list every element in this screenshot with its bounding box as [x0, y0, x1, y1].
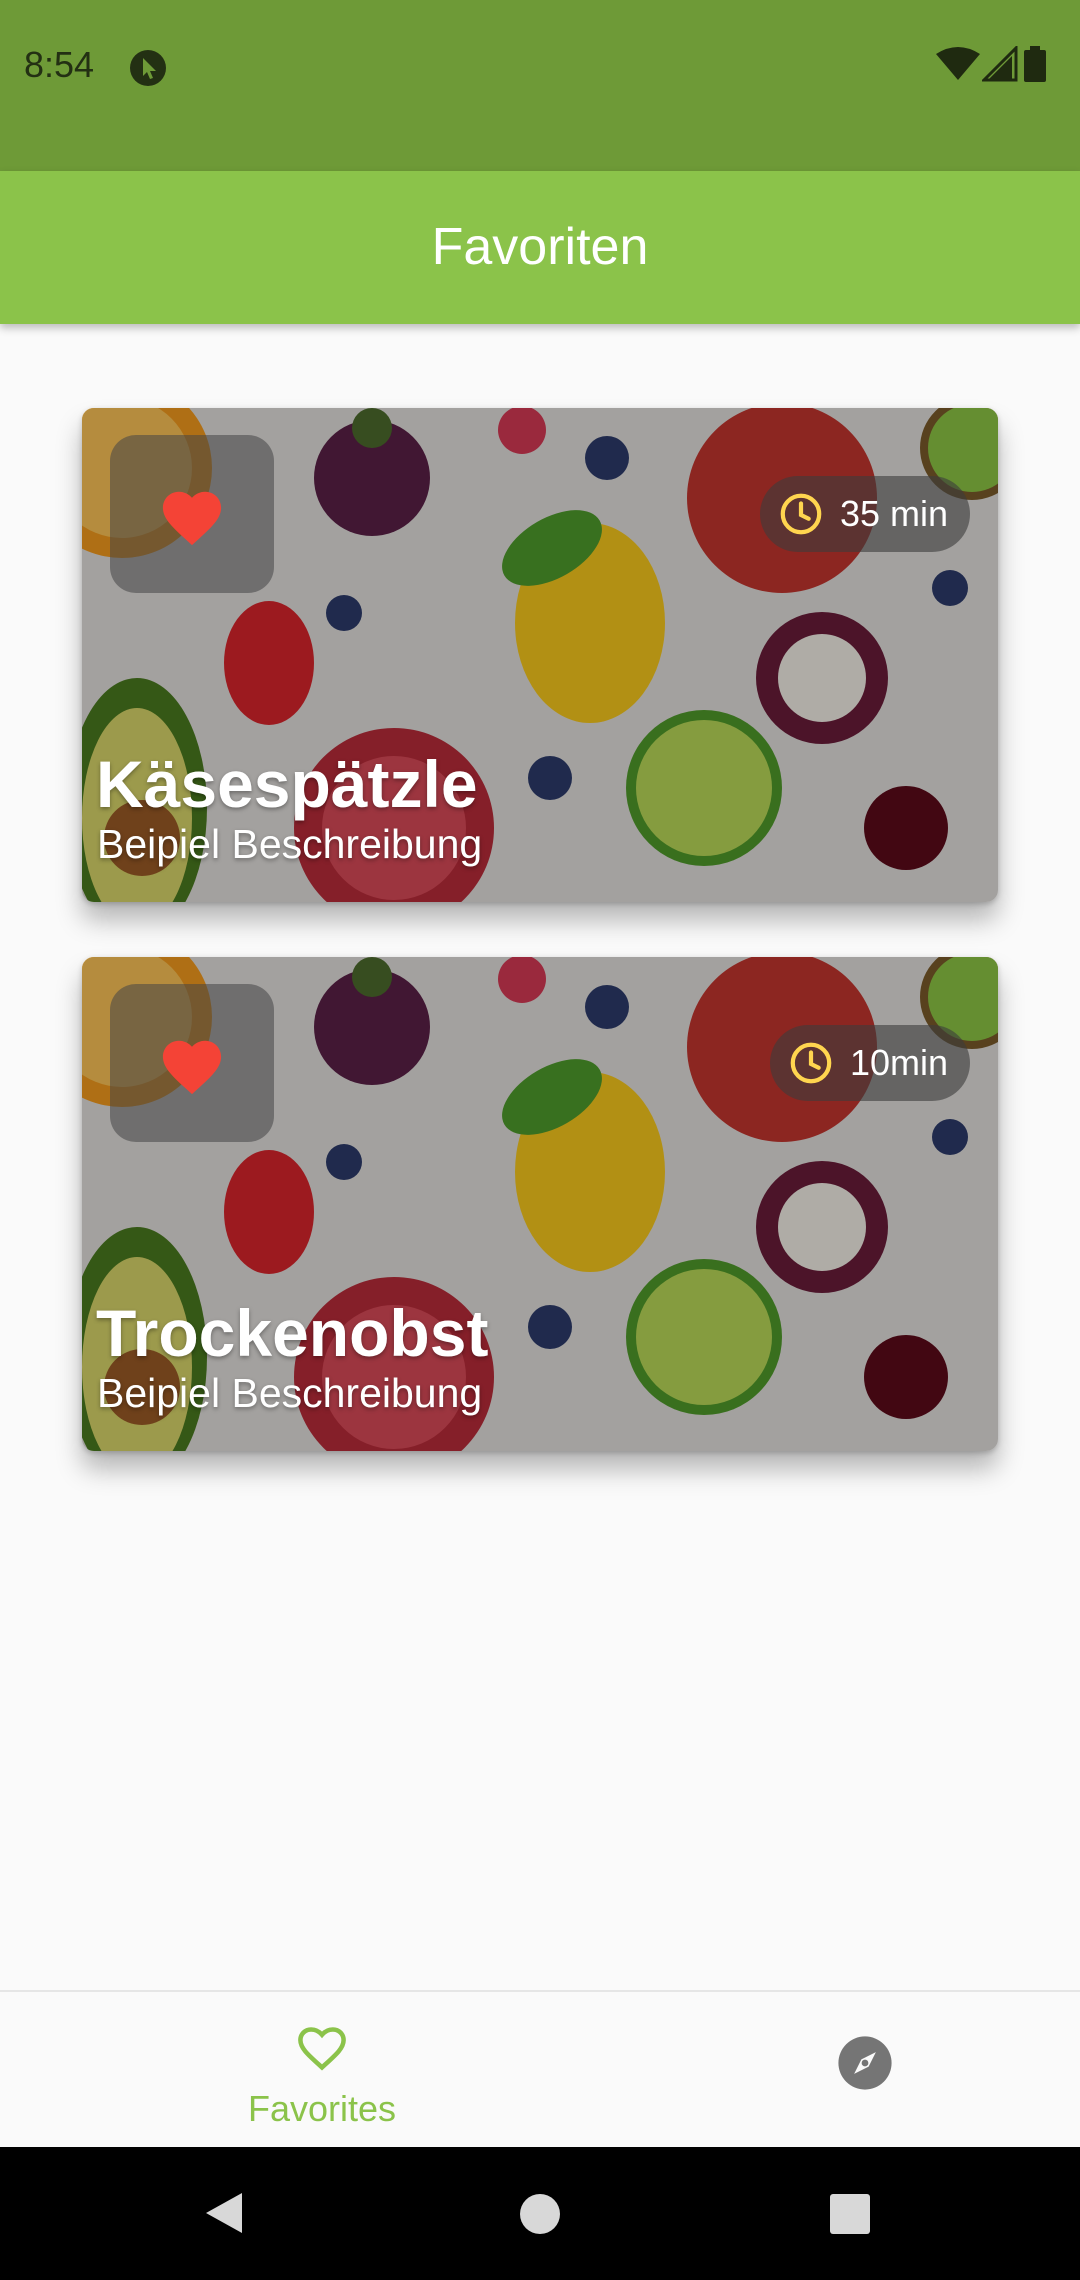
recipe-title: Trockenobst [96, 1296, 489, 1370]
heart-icon [162, 491, 222, 546]
screen: 8:54 Favoriten 35 min Käsespätzle Beipie… [0, 0, 1080, 2280]
recipe-description: Beipiel Beschreibung [97, 821, 483, 867]
heart-icon [162, 1040, 222, 1095]
home-icon[interactable] [519, 2193, 561, 2235]
cooking-time: 35 min [839, 493, 948, 534]
clock-icon [780, 493, 822, 535]
back-icon[interactable] [204, 2191, 244, 2235]
recents-icon[interactable] [829, 2193, 871, 2235]
compass-icon [838, 2036, 892, 2090]
app-bar: Favoriten [0, 171, 1080, 324]
recipe-card[interactable]: 10min Trockenobst Beipiel Beschreibung [82, 957, 998, 1451]
nav-item-explore[interactable] [780, 1992, 950, 2149]
cursor-app-icon [130, 50, 166, 86]
cooking-time-badge: 10min [769, 1025, 970, 1101]
bottom-navigation: Favorites [0, 1990, 1080, 2147]
cooking-time-badge: 35 min [759, 476, 970, 552]
recipe-description: Beipiel Beschreibung [97, 1370, 483, 1416]
recipe-title: Käsespätzle [96, 747, 478, 821]
recipe-card[interactable]: 35 min Käsespätzle Beipiel Beschreibung [82, 408, 998, 902]
wifi-icon [936, 47, 980, 80]
favorite-button[interactable] [110, 984, 274, 1142]
cooking-time: 10min [849, 1042, 948, 1083]
battery-icon [1024, 46, 1046, 82]
signal-icon [982, 46, 1018, 82]
favorite-button[interactable] [110, 435, 274, 593]
system-navigation-bar [0, 2147, 1080, 2280]
heart-outline-icon [298, 2027, 346, 2071]
page-title: Favoriten [431, 218, 649, 276]
nav-label-favorites: Favorites [247, 2088, 397, 2129]
status-bar: 8:54 [0, 0, 1080, 171]
status-time: 8:54 [24, 44, 95, 85]
nav-item-favorites[interactable]: Favorites [170, 1992, 474, 2149]
clock-icon [790, 1042, 832, 1084]
